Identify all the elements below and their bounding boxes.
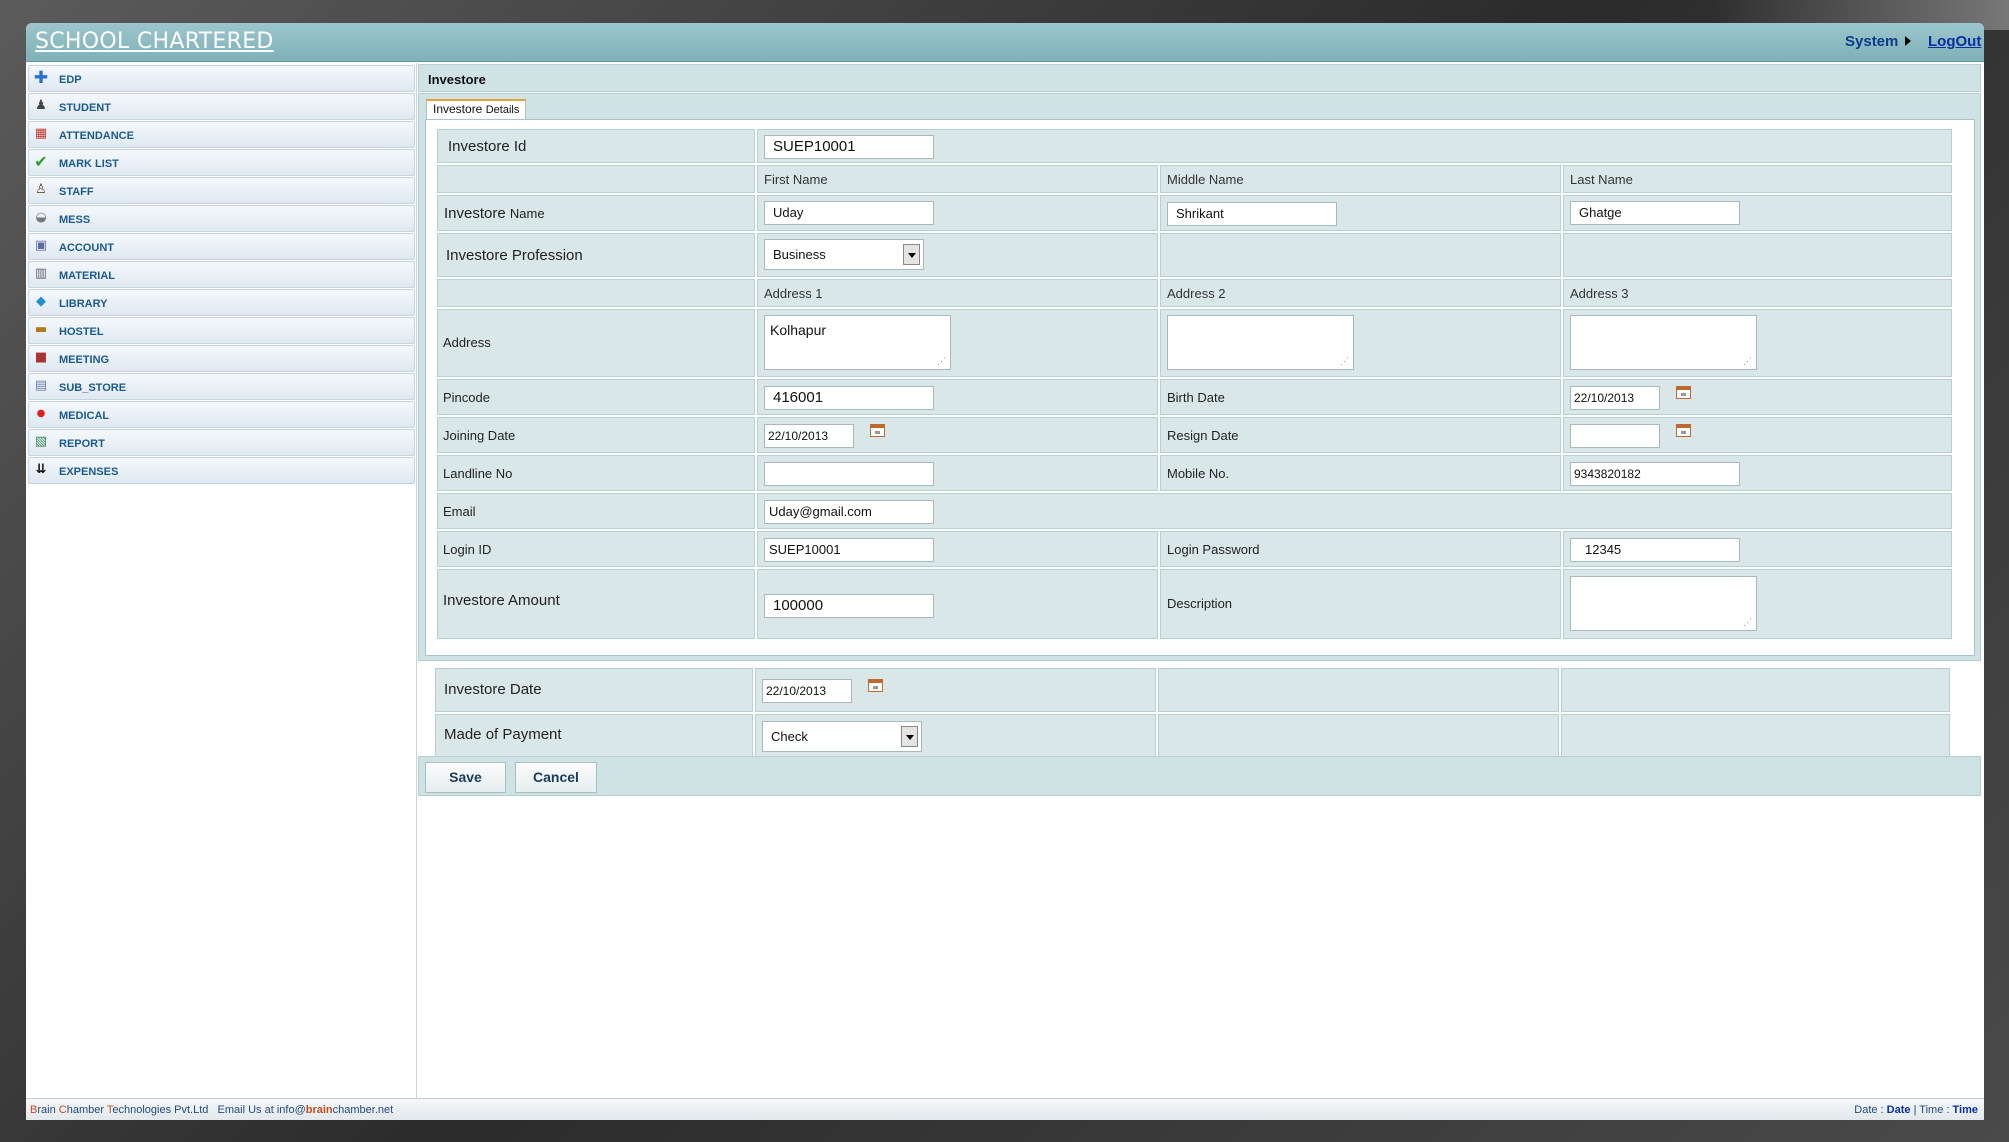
investore-date-field[interactable]: 22/10/2013 [762,679,852,703]
button-bar: Save Cancel [418,756,1981,796]
plus-icon: ✚ [33,68,49,88]
time-label: Time : [1919,1104,1953,1116]
book-icon: ◆ [36,294,46,309]
sidebar-item-hostel[interactable]: ▬ HOSTEL [28,317,415,344]
sidebar-item-report[interactable]: ▧ REPORT [28,429,415,456]
sidebar: ✚ EDP ♟ STUDENT ▦ ATTENDANCE ✔ MARK LIST… [26,63,417,1098]
sidebar-item-label: ACCOUNT [59,242,114,254]
sidebar-item-label: HOSTEL [59,326,104,338]
footer-datetime: Date : Date | Time : Time [1854,1104,1978,1116]
dish-icon: ◒ [35,210,47,225]
sidebar-item-label: EDP [59,74,82,86]
footer-brand-c: C [58,1104,67,1116]
sidebar-item-material[interactable]: ▥ MATERIAL [28,261,415,288]
sidebar-item-student[interactable]: ♟ STUDENT [28,93,415,120]
date-label: Date : [1854,1104,1887,1116]
system-menu[interactable]: System [1845,33,1898,50]
time-value: Time [1952,1104,1978,1116]
footer-brand-rest3: echnologies Pvt.Ltd [112,1104,209,1116]
sidebar-item-label: MARK LIST [59,158,119,170]
sidebar-item-account[interactable]: ▣ ACCOUNT [28,233,415,260]
cancel-button[interactable]: Cancel [515,762,597,793]
footer-email-brain[interactable]: brain [306,1104,333,1116]
footer-company: Brain Chamber Technologies Pvt.Ltd Email… [30,1104,393,1116]
sidebar-item-label: STAFF [59,186,94,198]
sidebar-item-label: LIBRARY [59,298,108,310]
sidebar-item-medical[interactable]: ● MEDICAL [28,401,415,428]
sidebar-item-edp[interactable]: ✚ EDP [28,65,415,92]
content-overlay: Investore Date 22/10/2013 Made of Paymen… [418,63,1984,1098]
account-icon: ▣ [34,238,48,253]
sidebar-item-label: MESS [59,214,91,226]
investore-date-label: Investore Date [444,681,542,698]
bed-icon: ▬ [34,322,48,337]
calendar-icon[interactable] [868,679,883,692]
medical-icon: ● [36,408,46,419]
footer-email-prefix: Email Us at info@ [217,1104,306,1116]
footer: Brain Chamber Technologies Pvt.Ltd Email… [26,1098,1984,1120]
footer-email-suffix[interactable]: chamber.net [333,1104,394,1116]
form-cell: Investore Date [435,668,753,712]
form-cell: 22/10/2013 [755,668,1156,712]
caret-right-icon[interactable] [1905,36,1911,46]
brand-title[interactable]: SCHOOL CHARTERED [35,29,274,54]
sidebar-item-attendance[interactable]: ▦ ATTENDANCE [28,121,415,148]
meeting-icon: ■ [34,350,48,365]
sidebar-item-mark-list[interactable]: ✔ MARK LIST [28,149,415,176]
sidebar-item-label: MEDICAL [59,410,110,422]
sidebar-item-label: SUB_STORE [59,382,127,394]
sidebar-item-label: MEETING [59,354,110,366]
sidebar-item-sub-store[interactable]: ▤ SUB_STORE [28,373,415,400]
form-cell [1158,668,1559,712]
checkmark-icon: ✔ [34,152,48,171]
sidebar-item-label: MATERIAL [59,270,116,282]
material-icon: ▥ [34,266,48,281]
footer-brand-rest2: hamber [66,1104,107,1116]
sidebar-item-label: STUDENT [59,102,111,114]
save-button[interactable]: Save [425,762,506,793]
date-value: Date [1886,1104,1911,1116]
sidebar-item-expenses[interactable]: ⇊ EXPENSES [28,457,415,484]
sidebar-item-meeting[interactable]: ■ MEETING [28,345,415,372]
expenses-icon: ⇊ [35,462,47,477]
report-icon: ▧ [34,434,48,449]
form-cell [1561,668,1950,712]
bottom-overlay: Save Cancel [418,713,1981,797]
student-icon: ♟ [35,98,47,113]
sidebar-item-mess[interactable]: ◒ MESS [28,205,415,232]
footer-brand-rest1: rain [37,1104,59,1116]
calendar-icon: ▦ [34,126,48,141]
person-icon: ♙ [35,182,47,197]
sidebar-item-staff[interactable]: ♙ STAFF [28,177,415,204]
sidebar-item-label: EXPENSES [59,466,119,478]
store-icon: ▤ [34,378,48,393]
footer-separator: | [1910,1104,1920,1116]
sidebar-item-label: REPORT [59,438,105,450]
logout-link[interactable]: LogOut [1928,33,1981,50]
sidebar-item-library[interactable]: ◆ LIBRARY [28,289,415,316]
sidebar-item-label: ATTENDANCE [59,130,134,142]
app-header: SCHOOL CHARTERED System LogOut [26,23,1984,62]
